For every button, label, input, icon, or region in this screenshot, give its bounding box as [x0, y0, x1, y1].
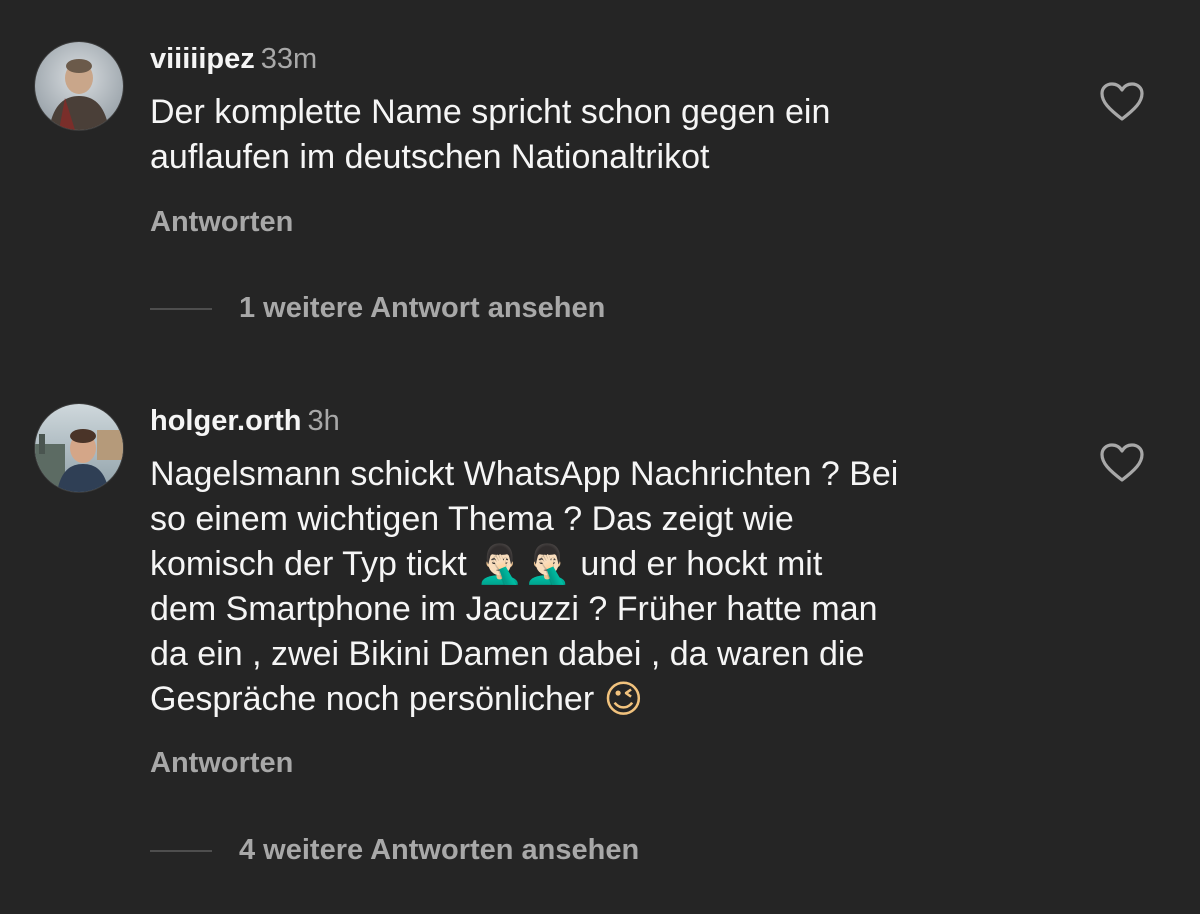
comment-text-line: komisch der Typ tickt 🤦🏻‍♂️🤦🏻‍♂️ und er …	[150, 542, 1050, 587]
heart-outline-icon[interactable]	[1099, 442, 1145, 484]
comment-text-fragment: Gespräche noch persönlicher	[150, 680, 595, 718]
avatar[interactable]	[35, 404, 123, 492]
comment-text-line: Nagelsmann schickt WhatsApp Nachrichten …	[150, 455, 899, 493]
comment-text-fragment: und er hockt mit	[580, 545, 823, 583]
timestamp: 33m	[260, 43, 318, 75]
comment-text-line: dem Smartphone im Jacuzzi ? Früher hatte…	[150, 590, 878, 628]
replies-divider	[150, 307, 212, 310]
view-more-replies-label: 4 weitere Antworten ansehen	[239, 834, 640, 866]
comment-text-line: da ein , zwei Bikini Damen dabei , da wa…	[150, 635, 865, 673]
facepalm-emoji: 🤦🏻‍♂️	[476, 542, 524, 586]
comment-text-line: Gespräche noch persönlicher 😉	[150, 677, 1050, 722]
wink-emoji: 😉	[603, 677, 644, 721]
replies-divider	[150, 849, 212, 852]
comment-header: viiiiipez 33m	[150, 42, 317, 76]
view-more-replies-button[interactable]: 1 weitere Antwort ansehen	[150, 292, 605, 325]
username[interactable]: holger.orth	[150, 405, 301, 437]
comment-text-line: so einem wichtigen Thema ? Das zeigt wie	[150, 500, 794, 538]
comment-text: Nagelsmann schickt WhatsApp Nachrichten …	[150, 452, 1050, 722]
comment-text-line: auflaufen im deutschen Nationaltrikot	[150, 138, 710, 176]
reply-button[interactable]: Antworten	[150, 747, 293, 780]
username[interactable]: viiiiipez	[150, 43, 255, 75]
comment-header: holger.orth 3h	[150, 404, 340, 438]
view-more-replies-button[interactable]: 4 weitere Antworten ansehen	[150, 834, 639, 867]
avatar[interactable]	[35, 42, 123, 130]
comment-text-fragment: komisch der Typ tickt	[150, 545, 467, 583]
facepalm-emoji: 🤦🏻‍♂️	[523, 542, 571, 586]
comment-text: Der komplette Name spricht schon gegen e…	[150, 90, 1050, 180]
timestamp: 3h	[307, 405, 340, 437]
view-more-replies-label: 1 weitere Antwort ansehen	[239, 292, 606, 324]
heart-outline-icon[interactable]	[1099, 81, 1145, 123]
comment-text-line: Der komplette Name spricht schon gegen e…	[150, 93, 831, 131]
reply-button[interactable]: Antworten	[150, 206, 293, 239]
